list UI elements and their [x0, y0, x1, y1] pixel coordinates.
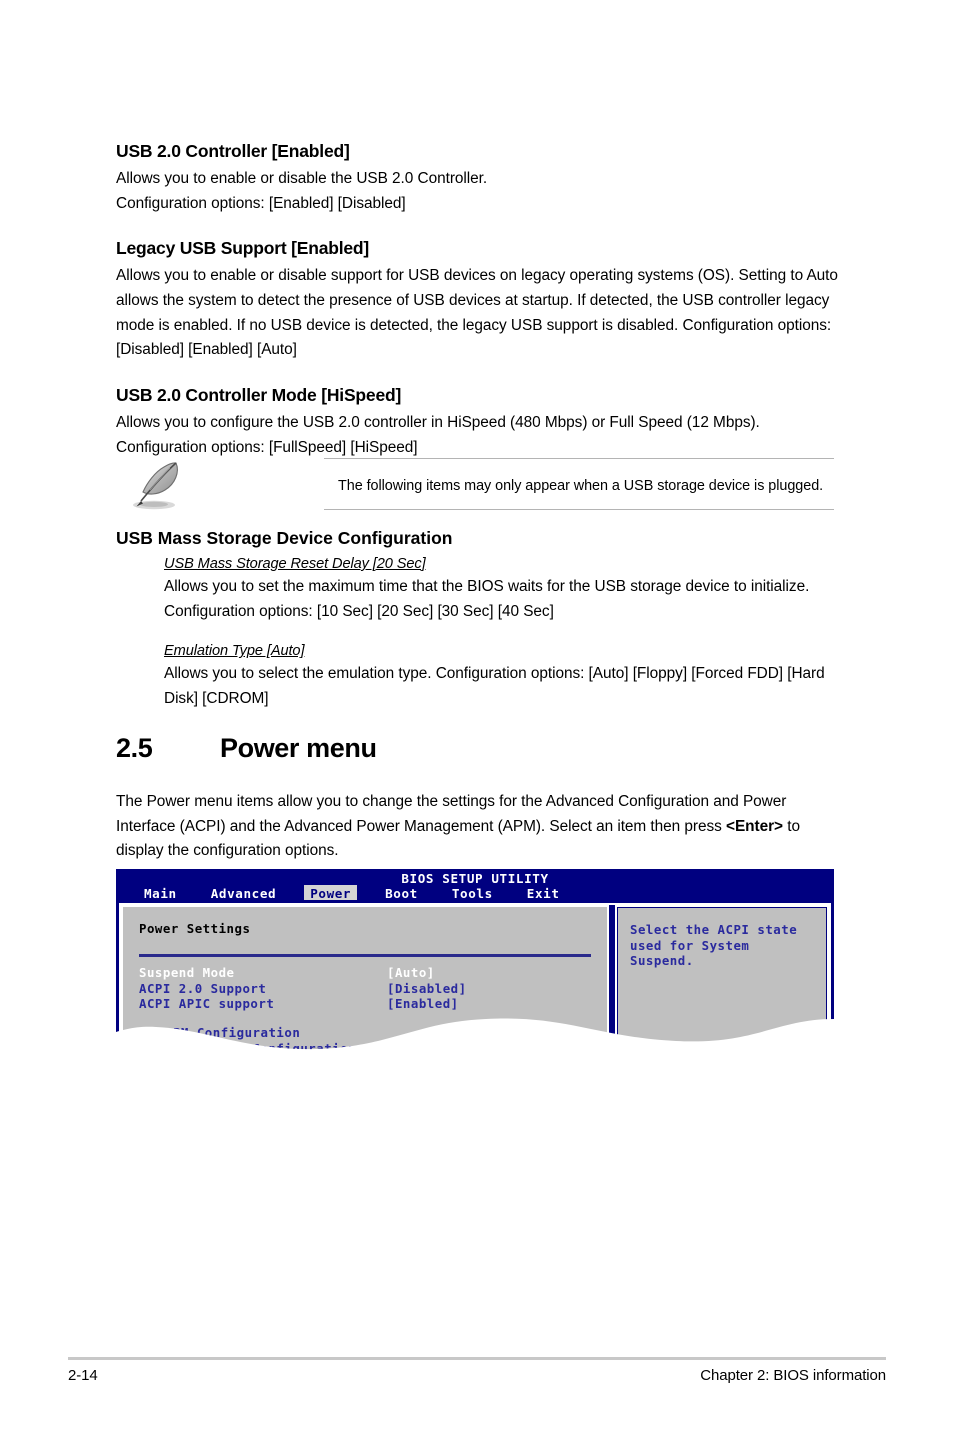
section-intro: The Power menu items allow you to change…: [116, 790, 838, 864]
bios-screenshot: BIOS SETUP UTILITY Main Advanced Power Boot…: [116, 869, 834, 1084]
bios-settings-list: Suspend Mode [Auto] ACPI 2.0 Support [Disab…: [139, 965, 591, 1012]
bios-pane-heading: Power Settings: [139, 921, 251, 936]
heading-legacy-usb-support: Legacy USB Support [Enabled]: [116, 238, 370, 259]
subitem-body-emulation-type: Allows you to select the emulation type.…: [164, 665, 825, 707]
quill-pen-icon: [133, 462, 178, 510]
usb-mass-storage-block: USB Mass Storage Device Configuration US…: [116, 528, 838, 711]
bios-settings-pane: Power Settings Suspend Mode [Auto] ACPI 2.…: [121, 905, 609, 1079]
subitem-title-reset-delay: USB Mass Storage Reset Delay [20 Sec]: [164, 556, 426, 572]
bios-submenu-label: HW Monitor Configuration: [165, 1040, 357, 1056]
bios-setting-value[interactable]: [Enabled]: [387, 996, 459, 1012]
section-intro-part1: The Power menu items allow you to change…: [116, 793, 787, 835]
bios-setting-row[interactable]: ACPI 2.0 Support [Disabled]: [139, 981, 591, 997]
bios-panes: Power Settings Suspend Mode [Auto] ACPI 2.…: [121, 905, 829, 1079]
note-divider-bottom: [324, 509, 834, 510]
bios-setting-value[interactable]: [Disabled]: [387, 981, 467, 997]
bios-setting-label: ACPI APIC support: [139, 996, 275, 1011]
subitem-title-emulation-type: Emulation Type [Auto]: [164, 643, 305, 660]
document-page: USB 2.0 Controller [Enabled] Allows you …: [0, 0, 954, 1438]
bios-setting-label: ACPI 2.0 Support: [139, 980, 267, 996]
usb20-controller-mode-body: Allows you to configure the USB 2.0 cont…: [116, 413, 760, 456]
bios-submenu-row[interactable]: ▶ APM Configuration: [139, 1025, 591, 1041]
bios-setting-row[interactable]: ACPI APIC support [Enabled]: [139, 996, 591, 1012]
bios-content-area: Power Settings Suspend Mode [Auto] ACPI 2.…: [116, 900, 834, 1084]
footer-page-number: 2-14: [68, 1367, 98, 1384]
bios-submenu-list: ▶ APM Configuration ▶ HW Monitor Configurat…: [139, 1025, 591, 1057]
bios-submenu-label: APM Configuration: [165, 1024, 301, 1040]
section-number: 2.5: [116, 733, 153, 763]
heading-usb20-controller-mode: USB 2.0 Controller Mode [HiSpeed]: [116, 384, 402, 405]
heading-usb20-controller: USB 2.0 Controller [Enabled]: [116, 141, 350, 161]
bios-content-inner: Power Settings Suspend Mode [Auto] ACPI 2.…: [119, 903, 831, 1081]
bios-setup-utility-window: BIOS SETUP UTILITY Main Advanced Power Boot…: [116, 869, 834, 1084]
bios-settings-pane-inner: Power Settings Suspend Mode [Auto] ACPI 2.…: [123, 907, 607, 1077]
footer-divider: [68, 1357, 886, 1360]
section-title: Power menu: [220, 733, 377, 763]
bios-setting-label: Suspend Mode: [139, 965, 235, 980]
bios-pane-divider: [139, 954, 591, 957]
bios-help-pane-inner: Select the ACPI state used for System Su…: [617, 907, 827, 1077]
heading-usb-mass-storage: USB Mass Storage Device Configuration: [116, 528, 453, 548]
legacy-usb-support-body: Allows you to enable or disable support …: [116, 267, 838, 359]
usb-settings-text-block: USB 2.0 Controller [Enabled] Allows you …: [116, 141, 838, 460]
bios-title-bar: BIOS SETUP UTILITY Main Advanced Power Boot…: [116, 869, 834, 902]
note-box: The following items may only appear when…: [116, 458, 834, 510]
bios-help-text: Select the ACPI state used for System Su…: [630, 922, 798, 968]
usb20-controller-line1: Allows you to enable or disable the USB …: [116, 170, 488, 188]
bios-help-pane: Select the ACPI state used for System Su…: [615, 905, 829, 1079]
bios-submenu-row[interactable]: ▶ HW Monitor Configuration: [139, 1041, 591, 1057]
bios-list-spacer: [139, 1012, 591, 1025]
bios-setting-row[interactable]: Suspend Mode [Auto]: [139, 965, 591, 981]
note-text: The following items may only appear when…: [338, 478, 824, 494]
section-heading: 2.5 Power menu: [116, 733, 838, 764]
triangle-right-icon: ▶: [139, 1041, 147, 1055]
bios-setting-value[interactable]: [Auto]: [387, 965, 435, 981]
subitem-body-reset-delay: Allows you to set the maximum time that …: [164, 578, 810, 620]
bios-title: BIOS SETUP UTILITY: [401, 871, 549, 886]
note-divider-top: [324, 458, 834, 459]
triangle-right-icon: ▶: [139, 1025, 147, 1039]
page-footer: 2-14 Chapter 2: BIOS information: [68, 1367, 886, 1384]
footer-chapter-label: Chapter 2: BIOS information: [700, 1367, 886, 1384]
usb20-controller-line2: Configuration options: [Enabled] [Disabl…: [116, 194, 406, 212]
section-power-menu: 2.5 Power menu The Power menu items allo…: [116, 733, 838, 879]
enter-key-label: <Enter>: [726, 817, 783, 835]
